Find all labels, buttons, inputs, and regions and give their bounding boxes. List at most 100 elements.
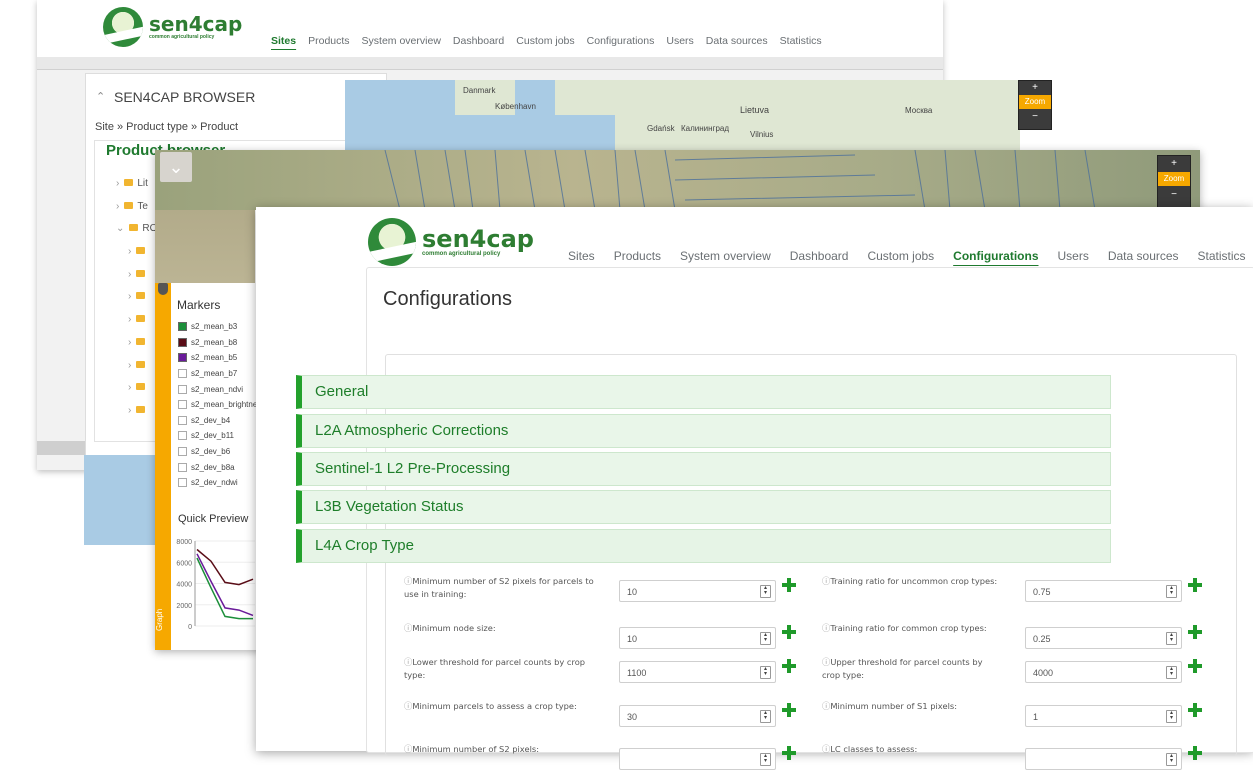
- nav-configurations[interactable]: Configurations: [953, 249, 1038, 263]
- number-input[interactable]: 10 ▴ ▾: [619, 580, 776, 602]
- marker-checkbox[interactable]: [178, 322, 187, 332]
- add-icon[interactable]: [1188, 659, 1202, 673]
- satellite-map[interactable]: [155, 150, 1200, 210]
- marker-item[interactable]: s2_mean_b5: [178, 350, 257, 366]
- number-input[interactable]: 10 ▴ ▾: [619, 627, 776, 649]
- graph-tab[interactable]: Graph: [155, 590, 171, 650]
- marker-item[interactable]: s2_mean_brightne: [178, 397, 257, 413]
- marker-checkbox[interactable]: [178, 353, 187, 363]
- add-icon[interactable]: [1188, 746, 1202, 760]
- expand-chevron-icon[interactable]: ›: [116, 178, 119, 189]
- add-icon[interactable]: [1188, 578, 1202, 592]
- tree-node[interactable]: ›: [116, 337, 157, 360]
- nav-products[interactable]: Products: [614, 249, 661, 263]
- collapse-chevron-icon[interactable]: ⌃: [96, 90, 105, 103]
- expand-chevron-icon[interactable]: ›: [116, 201, 119, 212]
- nav-custom-jobs[interactable]: Custom jobs: [867, 249, 934, 263]
- section-sentinel1-l2-preprocessing[interactable]: Sentinel-1 L2 Pre-Processing: [296, 452, 1111, 486]
- zoom-in-button[interactable]: +: [1019, 81, 1051, 95]
- marker-item[interactable]: s2_dev_b6: [178, 444, 257, 460]
- marker-item[interactable]: s2_mean_ndvi: [178, 381, 257, 397]
- section-l3b-vegetation-status[interactable]: L3B Vegetation Status: [296, 490, 1111, 524]
- expand-chevron-icon[interactable]: ›: [128, 269, 131, 280]
- expand-chevron-icon[interactable]: ›: [128, 360, 131, 371]
- number-input[interactable]: 1 ▴ ▾: [1025, 705, 1182, 727]
- drawer-toggle-button[interactable]: ⌄: [160, 152, 192, 182]
- marker-item[interactable]: s2_dev_b11: [178, 428, 257, 444]
- marker-item[interactable]: s2_dev_b8a: [178, 459, 257, 475]
- nav-users[interactable]: Users: [666, 35, 693, 47]
- nav-configurations[interactable]: Configurations: [587, 35, 655, 47]
- add-icon[interactable]: [782, 659, 796, 673]
- nav-users[interactable]: Users: [1058, 249, 1089, 263]
- zoom-in-button[interactable]: +: [1158, 156, 1190, 172]
- tree-node[interactable]: ›: [116, 269, 157, 292]
- expand-chevron-icon[interactable]: ›: [128, 382, 131, 393]
- nav-sites[interactable]: Sites: [271, 35, 296, 47]
- add-icon[interactable]: [1188, 625, 1202, 639]
- add-icon[interactable]: [782, 746, 796, 760]
- expand-chevron-icon[interactable]: ›: [128, 246, 131, 257]
- nav-dashboard[interactable]: Dashboard: [453, 35, 504, 47]
- brand-logo[interactable]: sen4cap common agricultural policy: [368, 218, 534, 266]
- tree-node[interactable]: ›: [116, 360, 157, 383]
- number-input[interactable]: 1100 ▴ ▾: [619, 661, 776, 683]
- add-icon[interactable]: [782, 625, 796, 639]
- section-general[interactable]: General: [296, 375, 1111, 409]
- tree-node[interactable]: ›: [116, 382, 157, 405]
- marker-checkbox[interactable]: [178, 337, 187, 347]
- brand-logo[interactable]: sen4cap common agricultural policy: [103, 7, 242, 47]
- nav-sites[interactable]: Sites: [568, 249, 595, 263]
- marker-checkbox[interactable]: [178, 384, 187, 394]
- tree-node[interactable]: ›: [116, 291, 157, 314]
- marker-checkbox[interactable]: [178, 400, 187, 410]
- spinner-icon[interactable]: ▴ ▾: [760, 666, 771, 679]
- map-view[interactable]: Danmark København Lietuva Gdańsk Калинин…: [345, 80, 1020, 150]
- nav-dashboard[interactable]: Dashboard: [790, 249, 849, 263]
- spinner-icon[interactable]: ▴ ▾: [1166, 710, 1177, 723]
- pin-icon[interactable]: [158, 283, 168, 295]
- marker-checkbox[interactable]: [178, 447, 187, 457]
- expand-chevron-icon[interactable]: ›: [128, 291, 131, 302]
- spinner-icon[interactable]: ▴ ▾: [760, 632, 771, 645]
- nav-statistics[interactable]: Statistics: [1198, 249, 1246, 263]
- expand-chevron-icon[interactable]: ›: [128, 314, 131, 325]
- marker-item[interactable]: s2_mean_b8: [178, 335, 257, 351]
- spinner-icon[interactable]: ▴ ▾: [760, 710, 771, 723]
- tree-node[interactable]: ›: [116, 314, 157, 337]
- number-input[interactable]: ▴ ▾: [619, 748, 776, 770]
- marker-checkbox[interactable]: [178, 478, 187, 488]
- tree-node[interactable]: ›: [116, 246, 157, 269]
- section-l4a-crop-type[interactable]: L4A Crop Type: [296, 529, 1111, 563]
- marker-item[interactable]: s2_dev_ndwi: [178, 475, 257, 491]
- section-l2a-atmospheric-corrections[interactable]: L2A Atmospheric Corrections: [296, 414, 1111, 448]
- nav-statistics[interactable]: Statistics: [780, 35, 822, 47]
- tree-node[interactable]: › Lit: [116, 178, 157, 201]
- spinner-icon[interactable]: ▴ ▾: [1166, 753, 1177, 766]
- marker-checkbox[interactable]: [178, 369, 187, 379]
- zoom-out-button[interactable]: −: [1019, 109, 1051, 125]
- marker-checkbox[interactable]: [178, 462, 187, 472]
- tree-node[interactable]: ⌄ RO: [116, 223, 157, 246]
- expand-chevron-icon[interactable]: ⌄: [116, 223, 124, 234]
- marker-item[interactable]: s2_mean_b3: [178, 319, 257, 335]
- number-input[interactable]: 0.25 ▴ ▾: [1025, 627, 1182, 649]
- number-input[interactable]: 0.75 ▴ ▾: [1025, 580, 1182, 602]
- nav-system-overview[interactable]: System overview: [362, 35, 441, 47]
- marker-item[interactable]: s2_mean_b7: [178, 366, 257, 382]
- marker-checkbox[interactable]: [178, 431, 187, 441]
- nav-data-sources[interactable]: Data sources: [1108, 249, 1179, 263]
- nav-products[interactable]: Products: [308, 35, 349, 47]
- zoom-out-button[interactable]: −: [1158, 186, 1190, 204]
- marker-item[interactable]: s2_dev_b4: [178, 413, 257, 429]
- spinner-icon[interactable]: ▴ ▾: [1166, 585, 1177, 598]
- spinner-icon[interactable]: ▴ ▾: [1166, 666, 1177, 679]
- expand-chevron-icon[interactable]: ›: [128, 337, 131, 348]
- marker-checkbox[interactable]: [178, 415, 187, 425]
- add-icon[interactable]: [782, 703, 796, 717]
- add-icon[interactable]: [1188, 703, 1202, 717]
- nav-data-sources[interactable]: Data sources: [706, 35, 768, 47]
- number-input[interactable]: ▴ ▾: [1025, 748, 1182, 770]
- number-input[interactable]: 30 ▴ ▾: [619, 705, 776, 727]
- tree-node[interactable]: ›: [116, 405, 157, 428]
